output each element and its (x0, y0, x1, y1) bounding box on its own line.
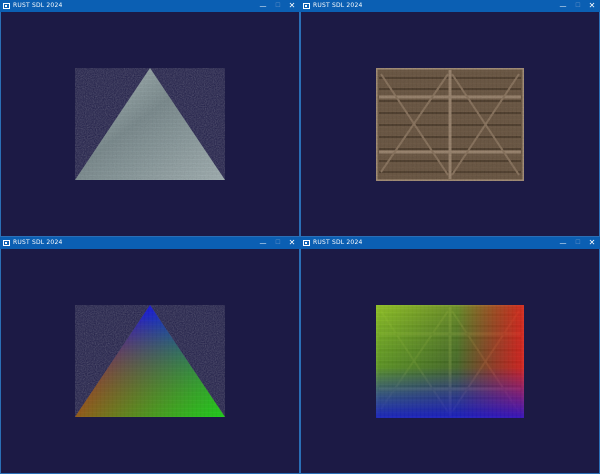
app-window-icon (303, 3, 310, 9)
sdl-window-top-left[interactable]: RUST SDL 2024 — ☐ ✕ (0, 0, 300, 237)
minimize-button[interactable]: — (256, 237, 270, 249)
maximize-button[interactable]: ☐ (271, 237, 285, 249)
sdl-window-bottom-left[interactable]: RUST SDL 2024 — ☐ ✕ (0, 237, 300, 474)
render-canvas (301, 249, 599, 473)
window-title: RUST SDL 2024 (13, 239, 63, 246)
close-button[interactable]: ✕ (285, 237, 299, 249)
maximize-button[interactable]: ☐ (571, 0, 585, 12)
minimize-button[interactable]: — (556, 237, 570, 249)
window-titlebar[interactable]: RUST SDL 2024 — ☐ ✕ (300, 237, 600, 249)
window-title: RUST SDL 2024 (313, 239, 363, 246)
maximize-button[interactable]: ☐ (571, 237, 585, 249)
sdl-window-bottom-right[interactable]: RUST SDL 2024 — ☐ ✕ (300, 237, 600, 474)
vertex-colored-crate-texture (374, 303, 526, 420)
app-window-icon (3, 3, 10, 9)
window-titlebar[interactable]: RUST SDL 2024 — ☐ ✕ (300, 0, 600, 12)
window-titlebar[interactable]: RUST SDL 2024 — ☐ ✕ (0, 0, 300, 12)
close-button[interactable]: ✕ (285, 0, 299, 12)
close-button[interactable]: ✕ (585, 237, 599, 249)
render-canvas (1, 12, 299, 236)
minimize-button[interactable]: — (556, 0, 570, 12)
gray-textured-triangle (75, 68, 225, 180)
minimize-button[interactable]: — (256, 0, 270, 12)
render-canvas (1, 249, 299, 473)
sdl-window-top-right[interactable]: RUST SDL 2024 — ☐ ✕ (300, 0, 600, 237)
app-window-icon (3, 240, 10, 246)
maximize-button[interactable]: ☐ (271, 0, 285, 12)
app-window-icon (303, 240, 310, 246)
window-title: RUST SDL 2024 (13, 2, 63, 9)
window-title: RUST SDL 2024 (313, 2, 363, 9)
render-canvas (301, 12, 599, 236)
window-titlebar[interactable]: RUST SDL 2024 — ☐ ✕ (0, 237, 300, 249)
wooden-crate-texture (374, 66, 526, 183)
vertex-colored-textured-triangle (75, 305, 225, 417)
close-button[interactable]: ✕ (585, 0, 599, 12)
